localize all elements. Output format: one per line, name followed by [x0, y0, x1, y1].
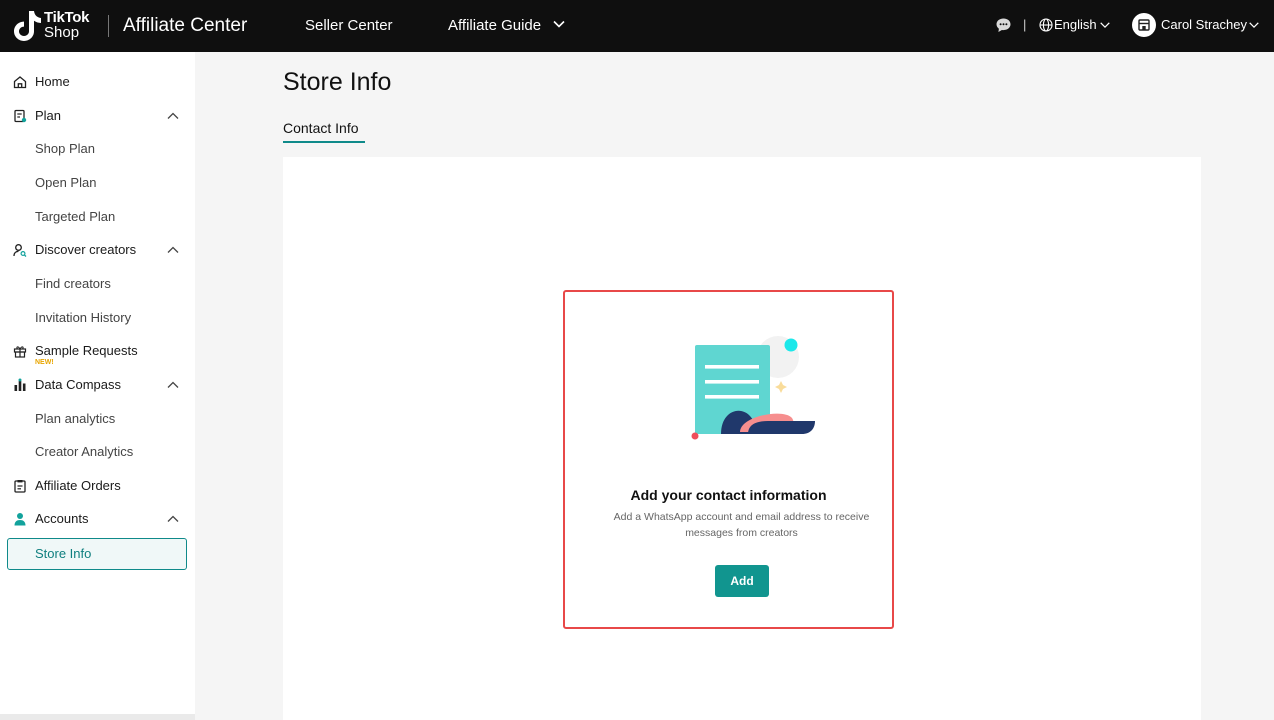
globe-icon[interactable] [1039, 18, 1053, 32]
sidebar-item-label: Plan analytics [35, 411, 116, 426]
active-tab-indicator [283, 141, 365, 143]
chevron-up-icon[interactable] [166, 244, 180, 256]
sidebar-item-plan-analytics[interactable]: Plan analytics [0, 404, 195, 434]
nav-seller-center[interactable]: Seller Center [305, 17, 393, 35]
sidebar-item-affiliate-orders[interactable]: Affiliate Orders [0, 471, 195, 501]
sidebar: Home Plan Shop Plan Open Plan Targeted P… [0, 52, 195, 720]
storefront-icon[interactable] [1132, 13, 1156, 37]
top-navigation-bar: TikTok Shop Affiliate Center Seller Cent… [0, 0, 1274, 52]
bar-chart-icon [14, 378, 26, 391]
sidebar-item-label: Sample Requests [35, 343, 138, 358]
page-title: Store Info [283, 68, 392, 96]
plan-icon [14, 109, 27, 123]
chevron-down-icon[interactable] [1099, 19, 1111, 31]
header-separator: | [1023, 17, 1027, 32]
sidebar-item-label: Discover creators [35, 242, 137, 257]
person-icon [14, 513, 26, 526]
sidebar-item-shop-plan[interactable]: Shop Plan [0, 134, 195, 164]
chevron-up-icon[interactable] [166, 110, 180, 122]
sidebar-item-data-compass[interactable]: Data Compass [0, 370, 195, 400]
chevron-up-icon[interactable] [166, 379, 180, 391]
sidebar-item-label: Creator Analytics [35, 444, 134, 459]
sidebar-item-accounts[interactable]: Accounts [0, 504, 195, 534]
chat-bubble-icon[interactable] [995, 17, 1012, 34]
chevron-up-icon[interactable] [166, 513, 180, 525]
empty-state-title: Add your contact information [630, 487, 827, 503]
sidebar-item-label: Targeted Plan [35, 209, 116, 224]
chevron-down-icon[interactable] [1248, 19, 1260, 31]
sidebar-item-label: Store Info [35, 546, 92, 561]
tiktok-logo-icon[interactable] [12, 9, 42, 43]
user-name[interactable]: Carol Strachey [1161, 17, 1247, 33]
sidebar-item-label: Plan [35, 108, 62, 123]
new-badge: NEW! [35, 359, 54, 366]
sidebar-item-invitation-history[interactable]: Invitation History [0, 303, 195, 333]
sidebar-item-label: Home [35, 74, 70, 89]
logo-divider [108, 15, 109, 37]
empty-state-description: Add a WhatsApp account and email address… [613, 511, 870, 539]
sidebar-item-targeted-plan[interactable]: Targeted Plan [0, 202, 195, 232]
sidebar-item-store-info[interactable]: Store Info [7, 538, 187, 570]
sidebar-item-find-creators[interactable]: Find creators [0, 269, 195, 299]
sidebar-item-open-plan[interactable]: Open Plan [0, 168, 195, 198]
app-title[interactable]: Affiliate Center [123, 15, 247, 37]
sidebar-item-label: Accounts [35, 511, 89, 526]
logo-text-tiktok: TikTok [44, 9, 90, 26]
sidebar-item-discover-creators[interactable]: Discover creators [0, 235, 195, 265]
sidebar-item-label: Affiliate Orders [35, 478, 121, 493]
language-selector[interactable]: English [1054, 17, 1097, 33]
person-search-icon [13, 244, 27, 257]
gift-icon [13, 346, 27, 358]
home-icon [13, 76, 27, 89]
sidebar-item-plan[interactable]: Plan [0, 101, 195, 131]
sidebar-item-label: Find creators [35, 276, 111, 291]
sidebar-item-label: Shop Plan [35, 141, 95, 156]
clipboard-icon [14, 480, 26, 493]
sidebar-item-label: Invitation History [35, 310, 132, 325]
document-illustration-icon [691, 336, 815, 440]
sidebar-item-label: Open Plan [35, 175, 97, 190]
tab-contact-info[interactable]: Contact Info [283, 119, 359, 137]
sidebar-item-label: Data Compass [35, 377, 121, 392]
add-contact-button[interactable]: Add [715, 565, 769, 597]
logo-text-shop: Shop [44, 24, 80, 41]
sidebar-item-home[interactable]: Home [0, 67, 195, 97]
sidebar-item-creator-analytics[interactable]: Creator Analytics [0, 437, 195, 467]
chevron-down-icon[interactable] [552, 17, 566, 31]
nav-affiliate-guide[interactable]: Affiliate Guide [448, 17, 541, 35]
sidebar-item-sample-requests[interactable]: Sample Requests NEW! [0, 336, 195, 366]
sidebar-footer-strip [0, 714, 195, 720]
